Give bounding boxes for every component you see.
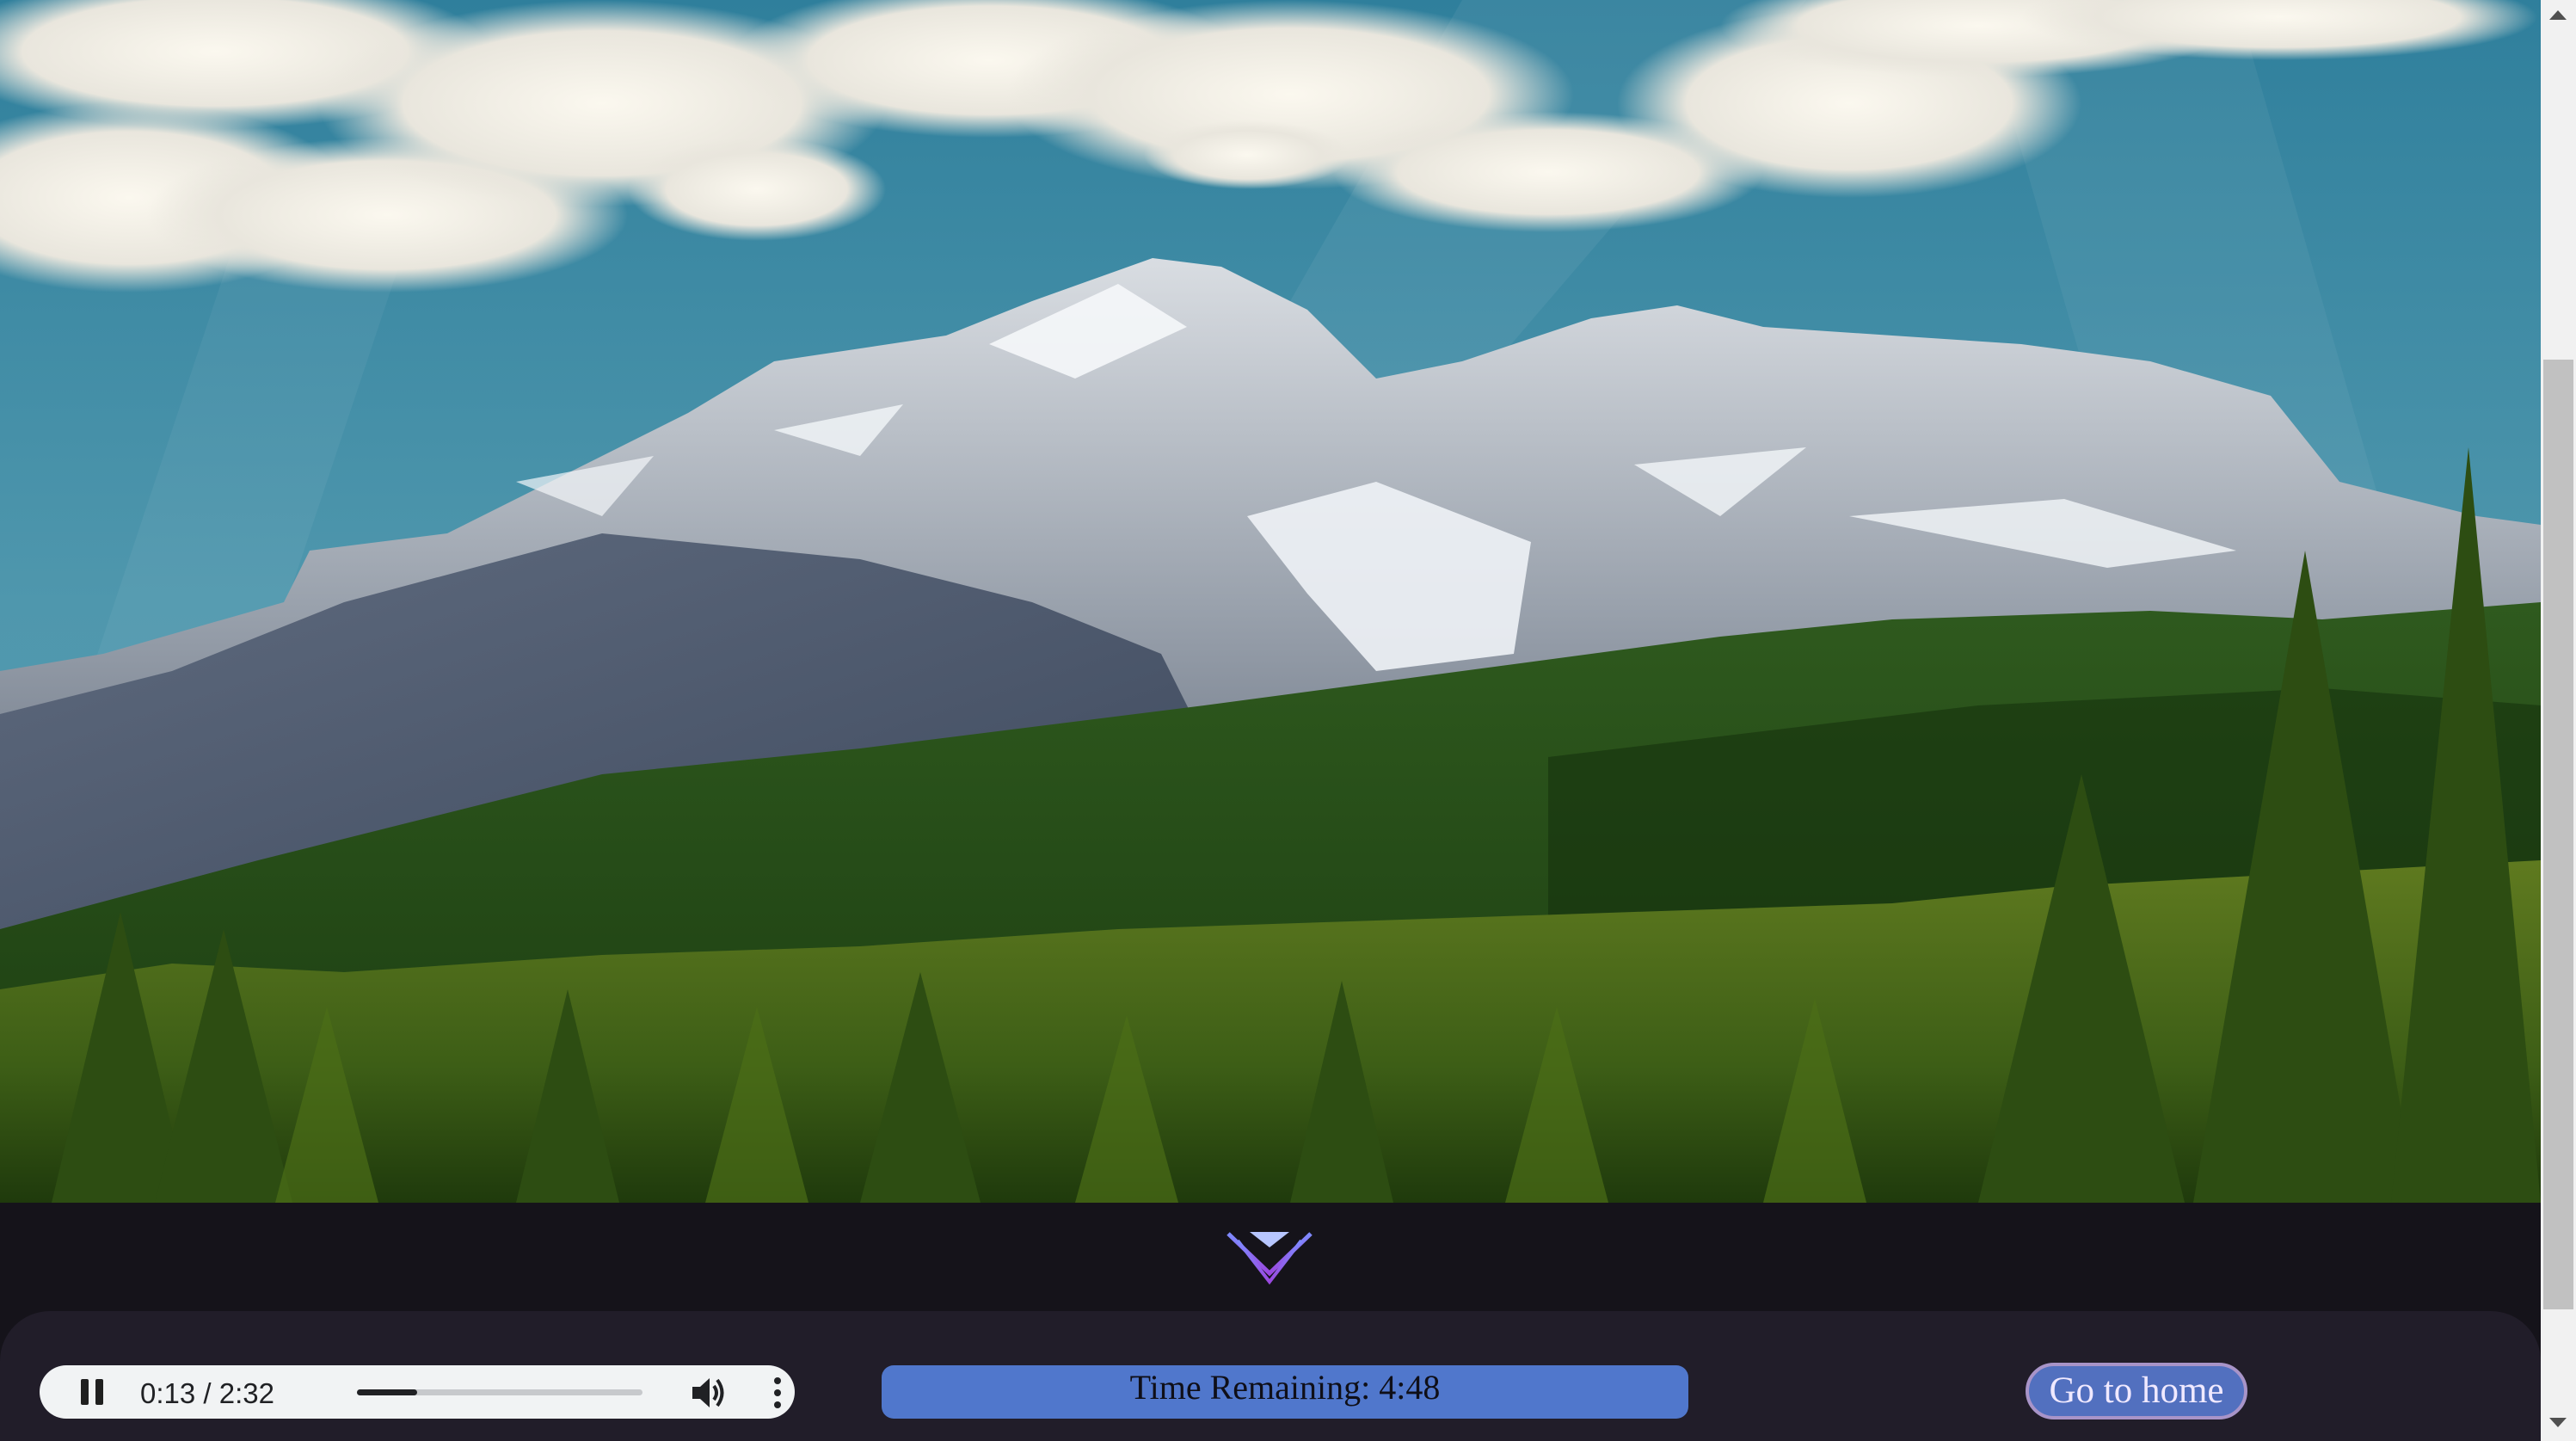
- vertical-scrollbar[interactable]: [2541, 0, 2576, 1441]
- audio-progress-fill: [357, 1389, 417, 1395]
- chevron-down-icon[interactable]: [1226, 1229, 1313, 1285]
- scroll-down-arrow-icon[interactable]: [2549, 1418, 2567, 1427]
- time-remaining-bar: Time Remaining: 4:48: [882, 1365, 1688, 1419]
- go-to-home-button[interactable]: Go to home: [2026, 1363, 2247, 1419]
- volume-icon[interactable]: [691, 1376, 727, 1409]
- pause-icon[interactable]: [78, 1379, 106, 1405]
- audio-progress-slider[interactable]: [357, 1389, 642, 1395]
- audio-player: 0:13 / 2:32: [40, 1365, 795, 1419]
- scroll-up-arrow-icon[interactable]: [2549, 10, 2567, 20]
- page: 0:13 / 2:32 Time Remaining: 4:48 Go to h…: [0, 0, 2576, 1441]
- scrollbar-thumb[interactable]: [2543, 360, 2573, 1309]
- audio-time-display: 0:13 / 2:32: [140, 1377, 274, 1409]
- time-remaining-text: Time Remaining: 4:48: [1129, 1368, 1441, 1407]
- more-options-icon[interactable]: [767, 1377, 788, 1408]
- mountain-landscape-image: [0, 0, 2541, 1203]
